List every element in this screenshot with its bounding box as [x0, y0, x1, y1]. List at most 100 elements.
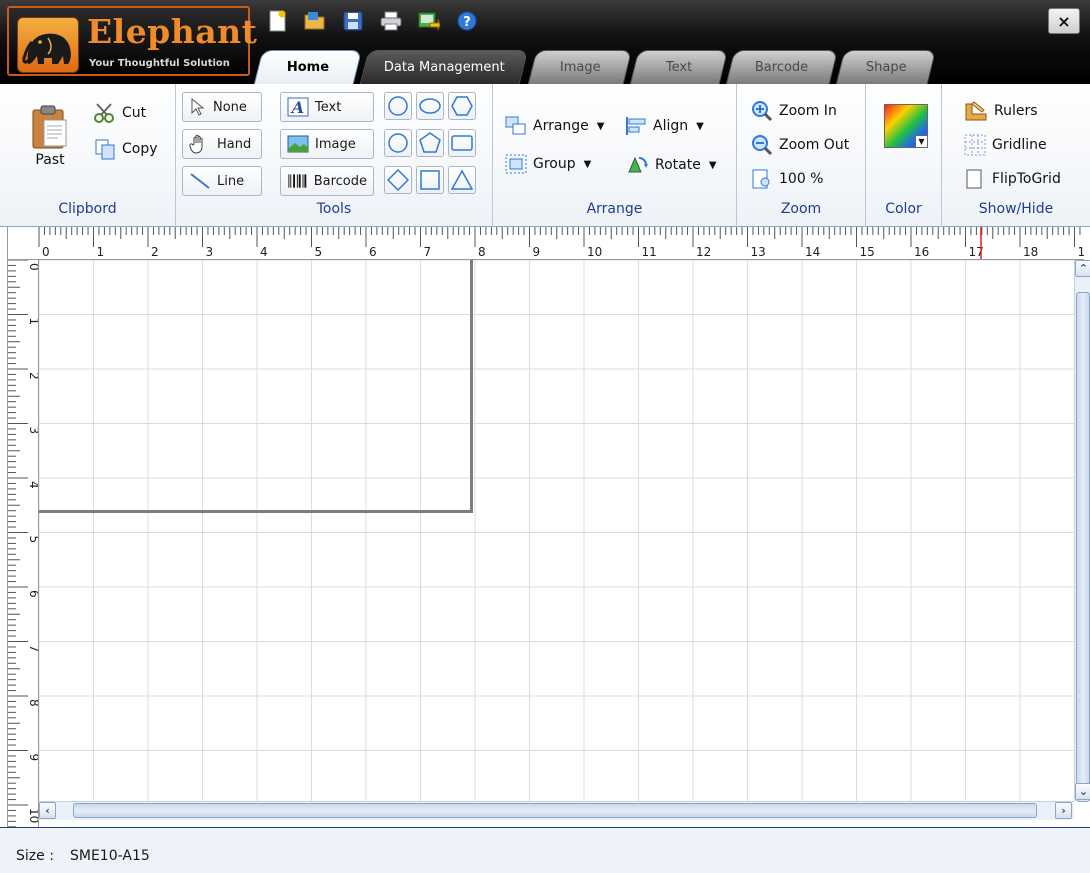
scroll-up-button[interactable]: ⌃ [1075, 260, 1090, 277]
gridline-toggle[interactable]: Gridline [964, 134, 1047, 156]
ruler-label: 3 [206, 245, 214, 259]
ruler-label: 11 [642, 245, 657, 259]
copy-icon [95, 139, 115, 160]
pentagon-shape-button[interactable] [416, 129, 444, 157]
design-canvas[interactable] [39, 260, 1084, 801]
showhide-group: Rulers Gridline FlipToGrid Show/Hide [942, 84, 1090, 227]
open-folder-icon[interactable] [302, 8, 328, 34]
tools-group-label: Tools [316, 201, 352, 217]
tab-barcode[interactable]: Barcode [725, 50, 839, 84]
color-picker-button[interactable]: ▼ [884, 104, 928, 148]
ruler-label: 2 [151, 245, 159, 259]
ruler-label: 8 [27, 699, 39, 707]
scroll-left-button[interactable]: ‹ [39, 802, 56, 819]
ruler-label: 0 [27, 263, 39, 271]
size-value: SME10-A15 [70, 848, 150, 864]
label-page[interactable] [39, 260, 473, 513]
arrange-group: Arrange ▼ Align ▼ Group ▼ Rotate ▼ Arrange [493, 84, 737, 227]
ruler-label: 9 [27, 754, 39, 762]
hand-icon [189, 134, 203, 154]
scroll-down-button[interactable]: ⌄ [1075, 783, 1090, 800]
zoom-group: Zoom In Zoom Out 100 % Zoom [737, 84, 866, 227]
horizontal-ruler: 012345678910111213141516171819 [8, 227, 1084, 260]
cut-button[interactable]: Cut [94, 102, 146, 124]
line-icon [190, 173, 210, 189]
none-tool-button[interactable]: None [182, 92, 262, 122]
close-button[interactable]: × [1048, 8, 1080, 34]
vertical-scroll-thumb[interactable] [1076, 292, 1090, 802]
print-icon[interactable] [378, 8, 404, 34]
hand-tool-button[interactable]: Hand [182, 129, 262, 159]
ruler-label: 13 [751, 245, 766, 259]
fliptogrid-toggle[interactable]: FlipToGrid [964, 168, 1061, 190]
ribbon: Past Cut Copy Clipbord None Hand Line A … [0, 84, 1090, 227]
gridline-icon [964, 134, 986, 156]
scroll-right-button[interactable]: › [1055, 802, 1072, 819]
svg-text:A: A [290, 98, 304, 117]
arrange-icon [505, 116, 526, 135]
tab-data-management[interactable]: Data Management [359, 50, 529, 84]
tab-home[interactable]: Home [253, 50, 363, 84]
align-dropdown[interactable]: Align ▼ [625, 116, 704, 136]
status-bar: Size : SME10-A15 [0, 827, 1090, 873]
zoom-level-button[interactable]: 100 % [751, 168, 823, 190]
line-tool-button[interactable]: Line [182, 166, 262, 196]
vertical-scrollbar[interactable]: ⌃ ⌄ [1074, 260, 1090, 802]
circle-shape-button[interactable] [384, 92, 412, 120]
zoom-out-button[interactable]: Zoom Out [751, 134, 849, 156]
page-zoom-icon [752, 169, 770, 189]
ruler-label: 0 [42, 245, 50, 259]
canvas-area: 012345678910111213141516171819 012345678… [7, 227, 1090, 827]
rectangle-shape-button[interactable] [448, 129, 476, 157]
title-bar: Elephant Your Thoughtful Solution ? × Ho… [0, 0, 1090, 84]
ruler-label: 8 [478, 245, 486, 259]
rotate-dropdown[interactable]: Rotate ▼ [625, 154, 717, 176]
help-icon[interactable]: ? [454, 8, 480, 34]
barcode-tool-button[interactable]: Barcode [280, 166, 374, 196]
app-tagline: Your Thoughtful Solution [89, 58, 230, 69]
circle-shape-button-2[interactable] [384, 129, 412, 157]
paste-button[interactable]: Past [30, 104, 70, 168]
arrange-group-label: Arrange [586, 201, 643, 217]
hexagon-icon [451, 96, 473, 116]
rulers-toggle[interactable]: Rulers [964, 100, 1038, 122]
ellipse-shape-button[interactable] [416, 92, 444, 120]
triangle-shape-button[interactable] [448, 166, 476, 194]
tab-text[interactable]: Text [629, 50, 729, 84]
new-document-icon[interactable] [264, 8, 290, 34]
horizontal-scroll-thumb[interactable] [73, 803, 1037, 818]
ruler-label: 1 [97, 245, 105, 259]
zoom-in-button[interactable]: Zoom In [751, 100, 837, 122]
tab-image[interactable]: Image [527, 50, 633, 84]
text-tool-button[interactable]: A Text [280, 92, 374, 122]
circle-icon [388, 96, 408, 116]
rulers-icon [965, 101, 987, 121]
rounded-rectangle-icon [451, 135, 473, 151]
image-tool-button[interactable]: Image [280, 129, 374, 159]
arrange-dropdown[interactable]: Arrange ▼ [505, 116, 605, 136]
square-shape-button[interactable] [416, 166, 444, 194]
save-icon[interactable] [340, 8, 366, 34]
ruler-label: 3 [27, 427, 39, 435]
horizontal-scrollbar[interactable]: ‹ › [39, 801, 1074, 820]
diamond-shape-button[interactable] [384, 166, 412, 194]
hexagon-shape-button[interactable] [448, 92, 476, 120]
pointer-icon [191, 98, 205, 116]
ruler-label: 5 [27, 536, 39, 544]
ruler-label: 18 [1023, 245, 1038, 259]
clipboard-group: Past Cut Copy Clipbord [0, 84, 176, 227]
export-icon[interactable] [416, 8, 442, 34]
ruler-label: 7 [424, 245, 432, 259]
ruler-label: 10 [587, 245, 602, 259]
ruler-label: 1 [27, 318, 39, 326]
tools-group: None Hand Line A Text Image Barcode Tool… [176, 84, 493, 227]
vertical-ruler: 0 1 2 3 4 5 6 7 8 9 10 [8, 260, 39, 827]
elephant-logo-icon [17, 17, 79, 73]
ruler-label: 16 [914, 245, 929, 259]
chevron-down-icon: ▼ [696, 120, 704, 132]
quick-access-toolbar: ? [264, 8, 480, 34]
tab-shape[interactable]: Shape [835, 50, 937, 84]
align-icon [626, 117, 646, 135]
group-dropdown[interactable]: Group ▼ [505, 154, 591, 174]
copy-button[interactable]: Copy [94, 138, 158, 160]
